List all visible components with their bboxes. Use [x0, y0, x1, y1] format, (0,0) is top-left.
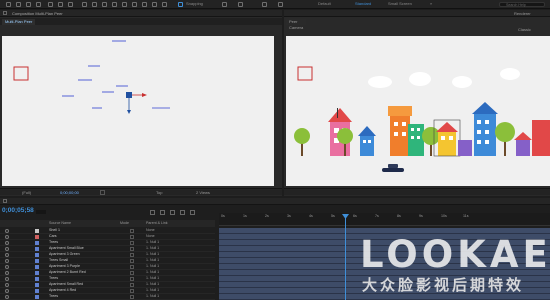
ruler-tick: 6s: [353, 214, 357, 218]
left-composition-panel: Composition Multi-Plan Peer Multi-Plan P…: [0, 10, 282, 196]
workspace-default[interactable]: Default: [318, 2, 331, 6]
ruler-tick: 1s: [243, 214, 247, 218]
right-panel-header: Renderer: [284, 10, 550, 17]
clone-tool-icon[interactable]: [132, 2, 137, 7]
rectangle-tool-icon[interactable]: [92, 2, 97, 7]
axis-icon[interactable]: [262, 2, 267, 7]
tab-peer-camera[interactable]: Peer Camera: [286, 19, 307, 30]
home-icon[interactable]: [6, 2, 11, 7]
zoom-dropdown[interactable]: (Full): [22, 191, 31, 195]
draft-3d-icon[interactable]: [150, 210, 155, 215]
timeline-header: [0, 198, 550, 205]
type-tool-icon[interactable]: [112, 2, 117, 7]
frame-blend-icon[interactable]: [170, 210, 175, 215]
col-parent: Parent & Link: [146, 220, 168, 225]
left-panel-title: Composition Multi-Plan Peer: [12, 11, 63, 16]
snapping-label: Snapping: [186, 1, 203, 6]
shy-icon[interactable]: [160, 210, 165, 215]
viewer-timecode[interactable]: 0;00;00;00: [60, 191, 79, 195]
brush-tool-icon[interactable]: [122, 2, 127, 7]
watermark-title: LOOKAE: [360, 233, 550, 276]
ruler-tick: 5s: [331, 214, 335, 218]
right-viewer-controls: [284, 188, 550, 195]
ruler-tick: 8s: [397, 214, 401, 218]
anchor-tool-icon[interactable]: [82, 2, 87, 7]
puppet-tool-icon[interactable]: [162, 2, 167, 7]
dolly-camera-icon[interactable]: [68, 2, 73, 7]
views-layout-dropdown[interactable]: 2 Views: [196, 191, 210, 195]
search-layers-input[interactable]: [36, 210, 46, 214]
hand-tool-icon[interactable]: [26, 2, 31, 7]
search-help-input[interactable]: Search Help: [499, 2, 545, 7]
align-icon[interactable]: [222, 2, 227, 7]
camera-view-scene: [294, 66, 550, 172]
right-composition-panel: Renderer: [284, 10, 550, 196]
ruler-tick: 10s: [441, 214, 447, 218]
tab-multi-plan-peer[interactable]: Multi-Plan Peer: [2, 19, 36, 25]
timeline-timecode[interactable]: 0;00;05;58: [2, 207, 34, 215]
lock-icon[interactable]: [3, 11, 7, 15]
workspace-standard[interactable]: Standard: [355, 2, 371, 6]
ruler-tick: 7s: [375, 214, 379, 218]
pan-camera-icon[interactable]: [58, 2, 63, 7]
left-tab-bar: Multi-Plan Peer: [0, 18, 282, 25]
left-comp-canvas[interactable]: [2, 36, 274, 186]
ruler-tick: 4s: [309, 214, 313, 218]
tools-toolbar: Snapping Default Standard Small Screen »…: [0, 0, 550, 9]
left-viewer-controls: (Full) 0;00;00;00 Top 2 Views: [0, 188, 282, 195]
watermark: LOOKAE 大众脸影视后期特效: [360, 236, 550, 300]
renderer-classic-label: Classic: [518, 27, 531, 32]
ruler-tick: 9s: [419, 214, 423, 218]
ruler-tick: 0s: [221, 214, 225, 218]
roto-tool-icon[interactable]: [152, 2, 157, 7]
selection-tool-icon[interactable]: [16, 2, 21, 7]
zoom-tool-icon[interactable]: [36, 2, 41, 7]
renderer-label: Renderer: [514, 11, 531, 16]
col-source-name: Source Name: [49, 220, 71, 225]
workspace-more-icon[interactable]: »: [430, 2, 432, 6]
world-axis-icon[interactable]: [278, 2, 283, 7]
close-icon[interactable]: [3, 199, 7, 203]
eraser-tool-icon[interactable]: [142, 2, 147, 7]
layer-column-headers: Source Name Mode Parent & Link: [0, 220, 215, 227]
watermark-subtitle: 大众脸影视后期特效: [362, 276, 525, 294]
ruler-tick: 3s: [287, 214, 291, 218]
right-comp-canvas[interactable]: [286, 36, 550, 186]
pen-tool-icon[interactable]: [102, 2, 107, 7]
box-icon[interactable]: [238, 2, 243, 7]
workspace-small-screen[interactable]: Small Screen: [388, 2, 412, 6]
time-ruler[interactable]: 0s 1s 2s 3s 4s 5s 6s 7s 8s 9s 10s 11s: [219, 213, 550, 226]
search-placeholder: Search Help: [506, 2, 526, 7]
orbit-camera-icon[interactable]: [48, 2, 53, 7]
snapping-checkbox[interactable]: [178, 2, 183, 7]
ruler-tick: 11s: [463, 214, 469, 218]
ruler-tick: 2s: [265, 214, 269, 218]
view-dropdown[interactable]: Top: [156, 191, 162, 195]
playhead[interactable]: [345, 214, 346, 300]
graph-editor-icon[interactable]: [190, 210, 195, 215]
col-mode: Mode: [120, 220, 129, 225]
top-view-wireframe: [13, 40, 170, 114]
left-panel-header: Composition Multi-Plan Peer: [0, 10, 282, 17]
motion-blur-icon[interactable]: [180, 210, 185, 215]
snapshot-icon[interactable]: [100, 190, 105, 195]
